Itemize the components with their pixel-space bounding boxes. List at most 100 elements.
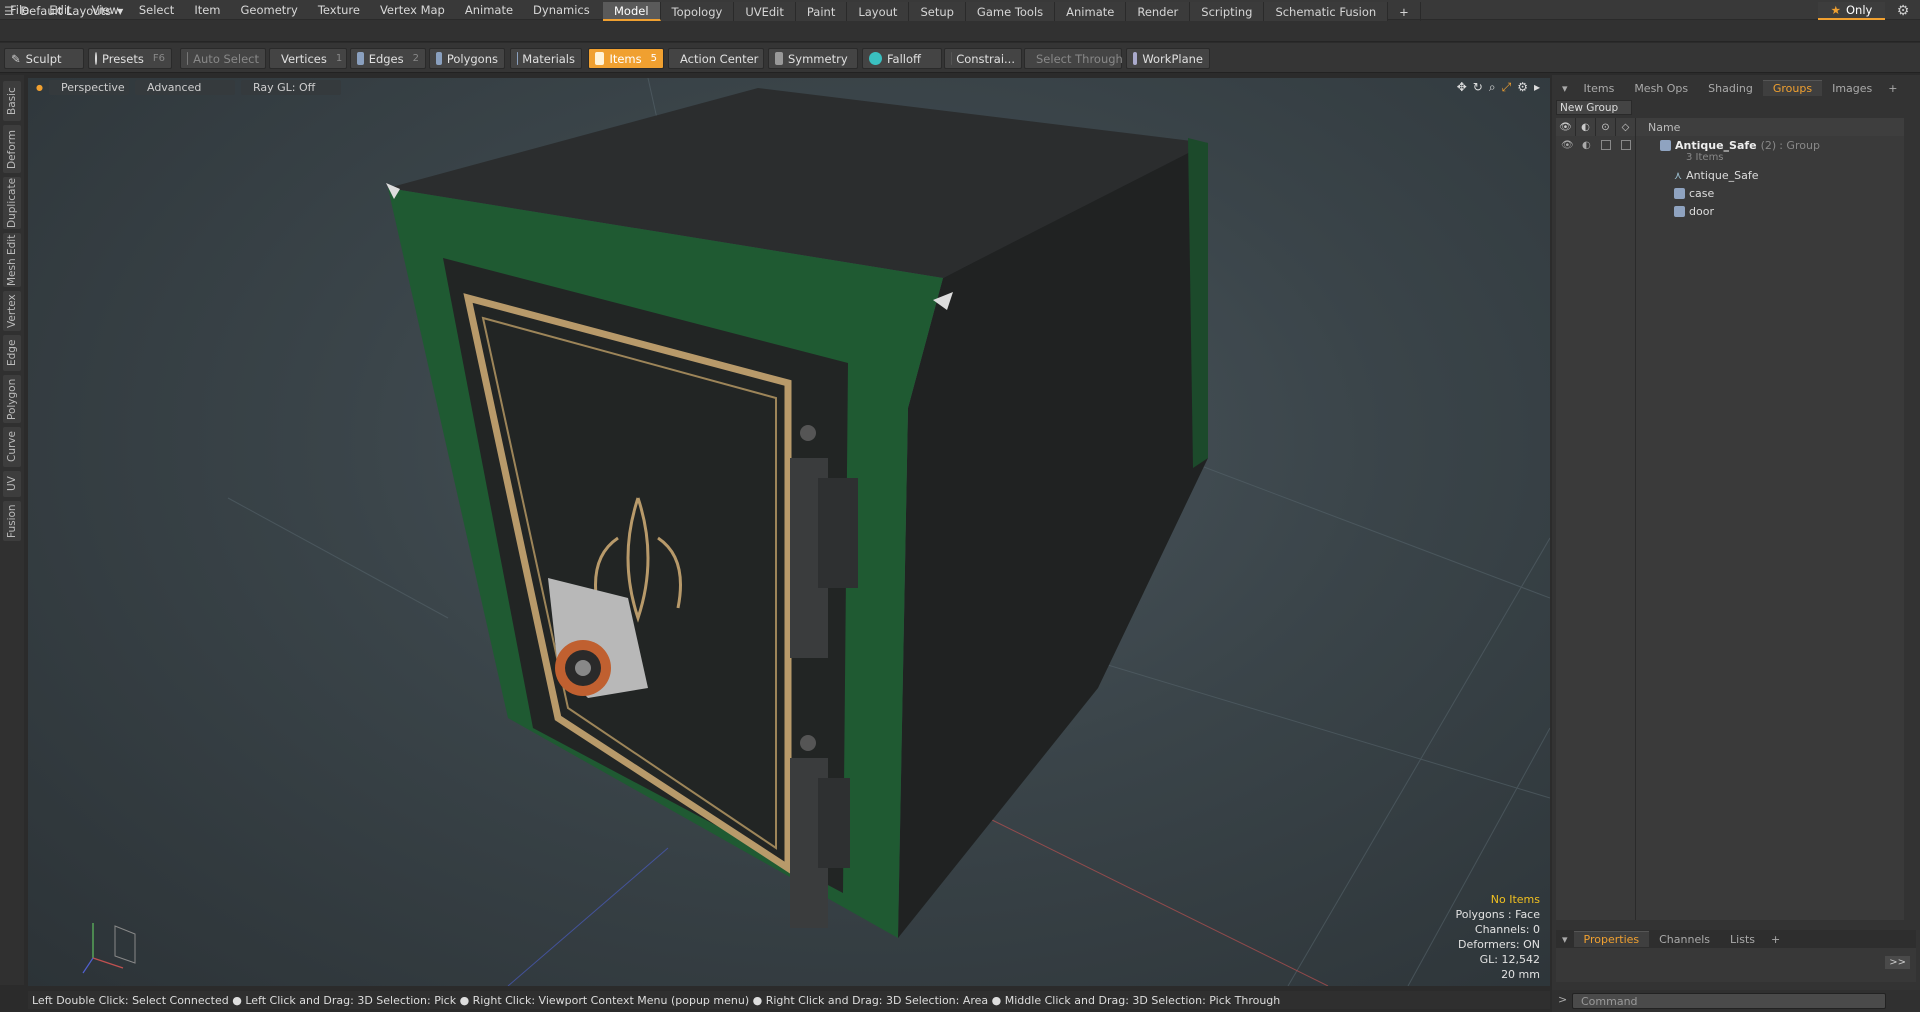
- menu-item-geometry[interactable]: Geometry: [231, 3, 308, 17]
- properties-area: >>: [1556, 948, 1916, 982]
- viewport-settings-icon[interactable]: ⚙: [1517, 80, 1528, 95]
- tab-layout[interactable]: Layout: [847, 2, 910, 21]
- viewport-nav-icons: ✥ ↻ ⌕ ⤢ ⚙ ▸: [1457, 80, 1540, 95]
- lock-checkbox[interactable]: [1601, 140, 1611, 150]
- menu-item-texture[interactable]: Texture: [308, 3, 370, 17]
- add-tab-icon[interactable]: +: [1882, 82, 1903, 95]
- list-item[interactable]: ⋏ Antique_Safe: [1556, 166, 1904, 184]
- select-through-button[interactable]: Select Through: [1024, 48, 1123, 69]
- left-tab-vertex[interactable]: Vertex: [3, 291, 21, 331]
- zoom-view-icon[interactable]: ⌕: [1489, 80, 1496, 95]
- tab-groups[interactable]: Groups: [1762, 80, 1823, 96]
- list-header: 👁 ◐ ⊙ ◇ Name: [1556, 118, 1904, 136]
- left-tab-mesh-edit[interactable]: Mesh Edit: [3, 233, 21, 287]
- render-column-icon[interactable]: ◐: [1576, 118, 1596, 136]
- tab-animate[interactable]: Animate: [1055, 2, 1127, 21]
- symmetry-icon: [775, 52, 783, 65]
- tab-topology[interactable]: Topology: [660, 2, 735, 21]
- tab-properties[interactable]: Properties: [1573, 931, 1650, 947]
- new-group-button[interactable]: New Group: [1556, 100, 1632, 115]
- only-button[interactable]: ★ Only: [1818, 2, 1885, 20]
- sculpt-button[interactable]: ✎ Sculpt: [4, 48, 84, 69]
- mesh-icon: [1674, 205, 1685, 217]
- vertices-shortcut: 1: [335, 53, 343, 64]
- vertices-button[interactable]: Vertices 1: [269, 48, 347, 69]
- layout-selector[interactable]: ☰ Default Layouts ▼: [4, 2, 123, 20]
- workplane-label: WorkPlane: [1142, 51, 1203, 66]
- menu-item-animate[interactable]: Animate: [455, 3, 523, 17]
- left-tab-curve[interactable]: Curve: [3, 427, 21, 467]
- group-icon: [1660, 139, 1671, 151]
- tab-paint[interactable]: Paint: [795, 2, 848, 21]
- menu-item-dynamics[interactable]: Dynamics: [523, 3, 600, 17]
- left-tab-basic[interactable]: Basic: [3, 81, 21, 121]
- edges-button[interactable]: Edges 2: [350, 48, 426, 69]
- rotate-view-icon[interactable]: ↻: [1473, 80, 1483, 95]
- raygl-button[interactable]: Ray GL: Off: [240, 79, 341, 95]
- panel-menu-icon[interactable]: ▾: [1556, 82, 1574, 95]
- render-toggle-icon[interactable]: ◐: [1582, 140, 1591, 151]
- chevron-down-icon: ▼: [117, 6, 124, 16]
- tab-mesh-ops[interactable]: Mesh Ops: [1624, 80, 1698, 96]
- tab-lists[interactable]: Lists: [1720, 931, 1765, 947]
- left-tab-fusion[interactable]: Fusion: [3, 501, 21, 541]
- constrain-button[interactable]: Constrai...: [944, 48, 1022, 69]
- lock-column-icon[interactable]: ⊙: [1596, 118, 1616, 136]
- tab-uvedit[interactable]: UVEdit: [734, 2, 796, 21]
- materials-button[interactable]: Materials: [510, 48, 582, 69]
- command-input[interactable]: Command: [1572, 993, 1886, 1009]
- constrain-label: Constrai...: [956, 51, 1015, 66]
- brush-icon: ✎: [11, 51, 21, 66]
- action-center-button[interactable]: Action Center: [668, 48, 764, 69]
- expand-properties-icon[interactable]: >>: [1885, 956, 1910, 969]
- items-label: Items: [609, 51, 642, 66]
- menu-item-select[interactable]: Select: [129, 3, 184, 17]
- tab-shading[interactable]: Shading: [1698, 80, 1763, 96]
- name-column-header[interactable]: Name: [1636, 121, 1680, 134]
- menu-item-vertex-map[interactable]: Vertex Map: [370, 3, 455, 17]
- panel-menu-icon[interactable]: ▾: [1556, 933, 1574, 946]
- left-tab-edge[interactable]: Edge: [3, 335, 21, 371]
- list-item[interactable]: door: [1556, 202, 1904, 220]
- left-tab-duplicate[interactable]: Duplicate: [3, 177, 21, 229]
- visibility-eye-icon[interactable]: 👁: [1561, 140, 1574, 151]
- left-tab-polygon[interactable]: Polygon: [3, 375, 21, 423]
- tab-setup[interactable]: Setup: [909, 2, 966, 21]
- maximize-view-icon[interactable]: ⤢: [1502, 80, 1512, 95]
- workplane-button[interactable]: WorkPlane: [1126, 48, 1210, 69]
- tab-render[interactable]: Render: [1126, 2, 1191, 21]
- tab-game-tools[interactable]: Game Tools: [965, 2, 1056, 21]
- falloff-button[interactable]: Falloff: [862, 48, 942, 69]
- add-tab-icon[interactable]: +: [1765, 933, 1786, 946]
- symmetry-button[interactable]: Symmetry: [768, 48, 858, 69]
- tab-items[interactable]: Items: [1574, 80, 1625, 96]
- select-checkbox[interactable]: [1621, 140, 1631, 150]
- viewport-options-icon[interactable]: ●: [36, 83, 43, 92]
- move-view-icon[interactable]: ✥: [1457, 80, 1467, 95]
- auto-select-button[interactable]: Auto Select: [180, 48, 266, 69]
- select-column-icon[interactable]: ◇: [1616, 118, 1636, 136]
- tab-schematic-fusion[interactable]: Schematic Fusion: [1264, 2, 1389, 21]
- view-type-button[interactable]: Perspective: [48, 79, 129, 95]
- presets-button[interactable]: Presets F6: [88, 48, 172, 69]
- left-tab-uv[interactable]: UV: [3, 471, 21, 497]
- menu-item-item[interactable]: Item: [184, 3, 230, 17]
- tab-scripting[interactable]: Scripting: [1190, 2, 1265, 21]
- item-name: Antique_Safe: [1686, 168, 1759, 182]
- falloff-icon: [869, 52, 882, 65]
- list-item[interactable]: case: [1556, 184, 1904, 202]
- expand-arrow-icon[interactable]: ▸: [1534, 80, 1540, 95]
- group-subtitle-row: 3 Items: [1556, 150, 1904, 164]
- gear-icon[interactable]: ⚙: [1893, 2, 1913, 20]
- tab-channels[interactable]: Channels: [1649, 931, 1720, 947]
- visibility-column-icon[interactable]: 👁: [1556, 118, 1576, 136]
- presets-shortcut: F6: [152, 53, 165, 64]
- tab-images[interactable]: Images: [1822, 80, 1882, 96]
- left-tab-deform[interactable]: Deform: [3, 125, 21, 173]
- polygons-button[interactable]: Polygons: [429, 48, 505, 69]
- items-button[interactable]: Items 5: [588, 48, 664, 69]
- shading-mode-button[interactable]: Advanced: [134, 79, 235, 95]
- tab-model[interactable]: Model: [603, 2, 661, 21]
- gl-info: GL: 12,542: [1479, 953, 1540, 966]
- add-tab-icon[interactable]: +: [1388, 2, 1421, 21]
